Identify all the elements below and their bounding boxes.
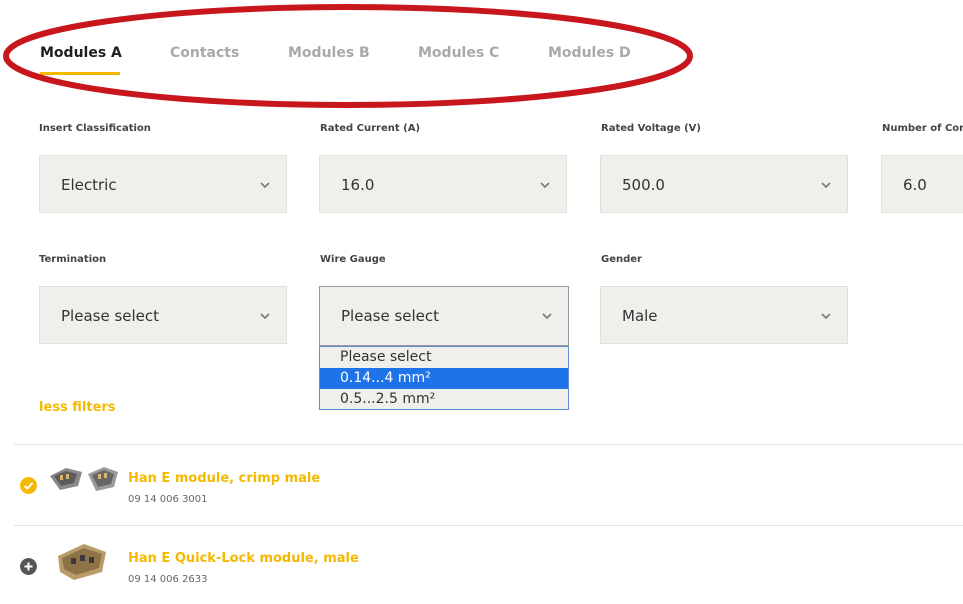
number-of-contacts-label: Number of Cont [882, 123, 963, 134]
dropdown-option[interactable]: 0.5...2.5 mm² [320, 389, 568, 410]
product-number: 09 14 006 3001 [128, 494, 208, 505]
chevron-down-icon [821, 182, 831, 189]
divider [14, 444, 963, 445]
wire-gauge-label: Wire Gauge [320, 254, 386, 265]
product-title[interactable]: Han E Quick-Lock module, male [128, 551, 359, 566]
rated-voltage-select[interactable]: 500.0 [600, 155, 848, 213]
select-value: 16.0 [341, 176, 375, 194]
less-filters-link[interactable]: less filters [39, 400, 116, 415]
rated-voltage-label: Rated Voltage (V) [601, 123, 701, 134]
chevron-down-icon [260, 313, 270, 320]
chevron-down-icon [540, 182, 550, 189]
select-value: 500.0 [622, 176, 665, 194]
select-value: Electric [61, 176, 117, 194]
termination-label: Termination [39, 254, 107, 265]
chevron-down-icon [821, 313, 831, 320]
insert-classification-label: Insert Classification [39, 123, 151, 134]
annotation-ellipse [3, 4, 693, 108]
select-value: Male [622, 307, 658, 325]
wire-gauge-dropdown-list: Please select 0.14...4 mm² 0.5...2.5 mm² [319, 346, 569, 410]
product-number: 09 14 006 2633 [128, 574, 208, 585]
plus-circle-icon[interactable] [20, 558, 37, 575]
divider [14, 525, 963, 526]
chevron-down-icon [260, 182, 270, 189]
insert-classification-select[interactable]: Electric [39, 155, 287, 213]
product-title[interactable]: Han E module, crimp male [128, 471, 320, 486]
number-of-contacts-select[interactable]: 6.0 [881, 155, 963, 213]
select-value: Please select [61, 307, 160, 325]
wire-gauge-select[interactable]: Please select [319, 286, 569, 346]
check-circle-icon[interactable] [20, 477, 37, 494]
rated-current-label: Rated Current (A) [320, 123, 421, 134]
dropdown-option-highlighted[interactable]: 0.14...4 mm² [320, 368, 568, 389]
select-value: 6.0 [903, 176, 927, 194]
product-thumbnail [58, 544, 106, 580]
chevron-down-icon [542, 313, 552, 320]
dropdown-option[interactable]: Please select [320, 347, 568, 368]
product-thumbnail [50, 467, 118, 491]
gender-label: Gender [601, 254, 642, 265]
termination-select[interactable]: Please select [39, 286, 287, 344]
rated-current-select[interactable]: 16.0 [319, 155, 567, 213]
gender-select[interactable]: Male [600, 286, 848, 344]
select-value: Please select [341, 307, 440, 325]
